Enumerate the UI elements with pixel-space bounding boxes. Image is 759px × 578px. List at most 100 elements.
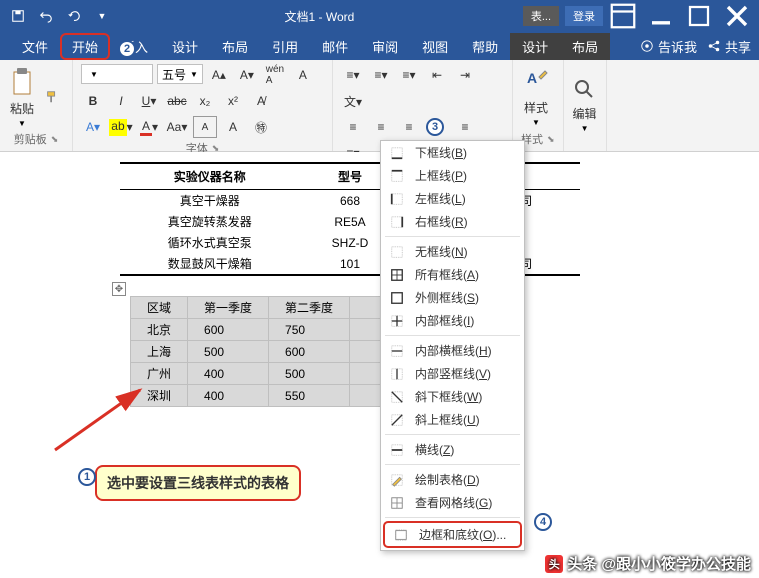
login-button[interactable]: 登录 [565,6,603,26]
tab-ctx-design[interactable]: 设计 [510,33,560,60]
menu-item-top[interactable]: 上框线(P) [381,164,524,187]
subscript-icon[interactable]: x₂ [193,90,217,112]
tab-view[interactable]: 视图 [410,33,460,60]
tab-review[interactable]: 审阅 [360,33,410,60]
superscript-icon[interactable]: x² [221,90,245,112]
save-icon[interactable] [4,2,32,30]
align-right-icon[interactable]: ≡ [397,116,421,138]
group-editing: 编辑 ▼ [564,60,607,151]
toutiao-logo-icon: 头 [545,555,563,573]
group-font: ▼ 五号▼ A▴ A▾ wénA A B I U▾ abc x₂ x² A̸ [73,60,333,151]
shrink-font-icon[interactable]: A▾ [235,64,259,86]
text-effects-icon[interactable]: A▾ [81,116,105,138]
increase-indent-icon[interactable]: ⇥ [453,64,477,86]
char-scale-icon[interactable]: A [193,116,217,138]
enclose-char-icon[interactable]: ㊕ [249,116,273,138]
minimize-icon[interactable] [643,2,679,30]
group-styles: A 样式 ▼ 样式⬊ [513,60,564,151]
group-paragraph: ≡▾ ≡▾ ≡▾ ⇤ ⇥ 文▾ ≡ ≡ ≡ ≡ ≡ ≡▾ ▾ [333,60,513,151]
callout: 选中要设置三线表样式的表格 [95,465,301,501]
menu-item-dialog[interactable]: 边框和底纹(O)... [383,521,522,548]
highlight-icon[interactable]: ab▾ [109,116,133,138]
badge-1: 1 [78,468,96,486]
align-center-icon[interactable]: ≡ [369,116,393,138]
bullets-icon[interactable]: ≡▾ [341,64,365,86]
editing-button[interactable]: 编辑 ▼ [572,77,598,133]
border-inside_v-icon [389,366,405,382]
tab-help[interactable]: 帮助 [460,33,510,60]
titlebar: ▼ 文档1 - Word 表... 登录 [0,0,759,32]
multilevel-icon[interactable]: ≡▾ [397,64,421,86]
distribute-icon[interactable]: ≡ [453,116,477,138]
tab-mailings[interactable]: 邮件 [310,33,360,60]
numbering-icon[interactable]: ≡▾ [369,64,393,86]
border-inside_h-icon [389,343,405,359]
menu-item-left[interactable]: 左框线(L) [381,187,524,210]
tab-home[interactable]: 开始 [60,33,110,60]
badge-2: 2 [118,40,136,58]
border-right-icon [389,214,405,230]
borders-menu: 下框线(B)上框线(P)左框线(L)右框线(R) 无框线(N)所有框线(A)外侧框… [380,140,525,551]
border-left-icon [389,191,405,207]
close-icon[interactable] [719,2,755,30]
menu-item-diag_down[interactable]: 斜下框线(W) [381,385,524,408]
badge-4: 4 [534,513,552,531]
menu-item-outside[interactable]: 外侧框线(S) [381,286,524,309]
qat-customize-icon[interactable]: ▼ [88,2,116,30]
styles-launcher-icon[interactable]: ⬊ [547,134,555,145]
phonetic-icon[interactable]: wénA [263,64,287,86]
menu-item-inside_h[interactable]: 内部横框线(H) [381,339,524,362]
font-size-combo[interactable]: 五号▼ [157,64,203,84]
ribbon: 粘贴 ▼ 剪贴板⬊ ▼ 五号▼ A▴ A▾ wénA A B I [0,60,759,152]
menu-item-bottom[interactable]: 下框线(B) [381,141,524,164]
menu-item-draw[interactable]: 绘制表格(D) [381,468,524,491]
menu-item-all[interactable]: 所有框线(A) [381,263,524,286]
underline-icon[interactable]: U▾ [137,90,161,112]
format-painter-icon[interactable] [40,86,64,108]
font-color-icon[interactable]: A▾ [137,116,161,138]
char-shading-icon[interactable]: A [221,116,245,138]
border-draw-icon [389,472,405,488]
paste-button[interactable]: 粘贴 ▼ [8,66,36,128]
align-left-icon[interactable]: ≡ [341,116,365,138]
menu-item-right[interactable]: 右框线(R) [381,210,524,233]
maximize-icon[interactable] [681,2,717,30]
menu-item-none[interactable]: 无框线(N) [381,240,524,263]
strike-icon[interactable]: abc [165,90,189,112]
styles-button[interactable]: A 样式 ▼ [521,67,551,127]
menu-item-inside[interactable]: 内部框线(I) [381,309,524,332]
ribbon-display-icon[interactable] [605,2,641,30]
char-border-icon[interactable]: A [291,64,315,86]
tab-file[interactable]: 文件 [10,33,60,60]
asian-layout-icon[interactable]: 文▾ [341,90,365,112]
change-case-icon[interactable]: Aa▾ [165,116,189,138]
tab-references[interactable]: 引用 [260,33,310,60]
menu-item-inside_v[interactable]: 内部竖框线(V) [381,362,524,385]
font-name-combo[interactable]: ▼ [81,64,153,84]
share-button[interactable]: 共享 [707,37,751,56]
tab-layout[interactable]: 布局 [210,33,260,60]
redo-icon[interactable] [60,2,88,30]
border-all-icon [389,267,405,283]
menu-item-diag_up[interactable]: 斜上框线(U) [381,408,524,431]
border-none-icon [389,244,405,260]
clear-format-icon[interactable]: A̸ [249,90,273,112]
border-inside-icon [389,313,405,329]
undo-icon[interactable] [32,2,60,30]
group-clipboard: 粘贴 ▼ 剪贴板⬊ [0,60,73,151]
tab-design[interactable]: 设计 [160,33,210,60]
svg-text:A: A [527,70,537,86]
grow-font-icon[interactable]: A▴ [207,64,231,86]
watermark: 头 头条 @跟小小筱学办公技能 [545,553,751,574]
clipboard-launcher-icon[interactable]: ⬊ [51,134,59,145]
bold-icon[interactable]: B [81,90,105,112]
menu-item-hline[interactable]: 横线(Z) [381,438,524,461]
italic-icon[interactable]: I [109,90,133,112]
tab-ctx-layout[interactable]: 布局 [560,33,610,60]
decrease-indent-icon[interactable]: ⇤ [425,64,449,86]
table-move-handle-icon[interactable]: ✥ [112,282,126,296]
tell-me-icon[interactable]: 告诉我 [640,37,697,56]
t1-header: 实验仪器名称 [120,163,300,190]
callout-text: 选中要设置三线表样式的表格 [95,465,301,501]
menu-item-grid[interactable]: 查看网格线(G) [381,491,524,514]
